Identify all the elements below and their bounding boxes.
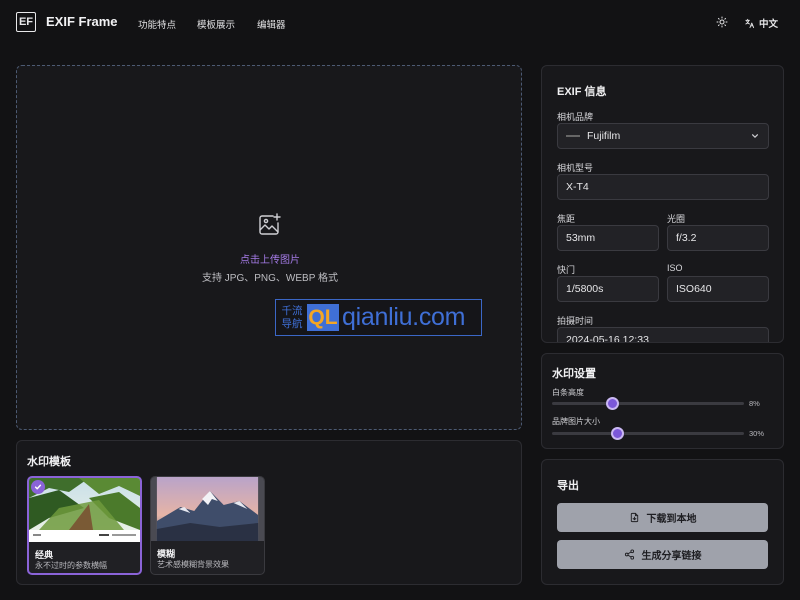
watermark-settings-title: 水印设置: [552, 368, 596, 380]
template-card-blur[interactable]: 模糊 艺术感模糊背景效果: [150, 476, 265, 575]
camera-brand-value: Fujifilm: [587, 130, 621, 142]
chevron-down-icon: [752, 134, 758, 138]
camera-model-input[interactable]: X-T4: [557, 174, 769, 200]
watermark-templates-panel: 水印模板 经典 永不过时的参数横幅 模糊 艺术感模糊背景效果: [16, 440, 522, 585]
selected-check-icon: [31, 480, 45, 494]
camera-brand-label: 相机品牌: [557, 112, 594, 122]
nav-link-features[interactable]: 功能特点: [138, 17, 176, 31]
export-title: 导出: [557, 480, 579, 492]
slider-thumb[interactable]: [611, 427, 625, 440]
watermark-domain: qianliu.com: [342, 303, 466, 331]
iso-input[interactable]: ISO640: [667, 276, 769, 302]
brand-image-size-value: 30%: [749, 429, 765, 438]
download-button[interactable]: 下载到本地: [557, 503, 768, 532]
template-preview-classic: [29, 478, 140, 542]
templates-title: 水印模板: [27, 456, 71, 468]
exif-panel-title: EXIF 信息: [557, 86, 607, 98]
template-card-classic[interactable]: 经典 永不过时的参数横幅: [27, 476, 142, 575]
brand-logo-icon: [566, 135, 580, 137]
white-bar-height-label: 白条高度: [552, 388, 584, 397]
top-nav-bar: EF EXIF Frame 功能特点 模板展示 编辑器 中文: [0, 0, 800, 46]
share-link-button[interactable]: 生成分享链接: [557, 540, 768, 569]
capture-time-label: 拍摄时间: [557, 316, 594, 326]
white-bar-height-value: 8%: [749, 399, 760, 408]
camera-model-label: 相机型号: [557, 163, 594, 173]
app-title[interactable]: EXIF Frame: [46, 14, 118, 29]
watermark-badge: QL: [307, 304, 339, 331]
aperture-label: 光圈: [667, 214, 686, 224]
brand-image-size-label: 品牌图片大小: [552, 417, 600, 426]
site-watermark-logo: 千流 导航 QL qianliu.com: [275, 299, 482, 336]
translate-icon: [745, 18, 755, 28]
export-panel: 导出 下载到本地 生成分享链接: [541, 459, 784, 585]
watermark-settings-panel: 水印设置 白条高度 8% 品牌图片大小 30%: [541, 353, 784, 449]
download-label: 下载到本地: [646, 514, 697, 525]
camera-brand-select[interactable]: Fujifilm: [557, 123, 769, 149]
iso-label: ISO: [667, 263, 683, 273]
download-file-icon: [630, 512, 638, 523]
capture-time-input[interactable]: 2024-05-16 12:33: [557, 327, 769, 342]
exif-info-panel: EXIF 信息 相机品牌 Fujifilm 相机型号 X-T4 焦距 53mm …: [541, 65, 784, 343]
language-switch[interactable]: 中文: [744, 16, 778, 30]
brand-image-size-slider[interactable]: [552, 427, 744, 440]
focal-length-input[interactable]: 53mm: [557, 225, 659, 251]
nav-link-templates[interactable]: 模板展示: [197, 17, 235, 31]
upload-prompt[interactable]: 点击上传图片: [17, 251, 523, 266]
white-bar-height-slider[interactable]: [552, 397, 744, 410]
app-logo[interactable]: EF: [16, 12, 36, 32]
focal-length-label: 焦距: [557, 214, 576, 224]
upload-format-hint: 支持 JPG、PNG、WEBP 格式: [202, 273, 338, 284]
watermark-cn-text: 千流 导航: [281, 304, 303, 330]
share-icon: [624, 549, 634, 560]
language-label: 中文: [759, 19, 779, 30]
share-link-label: 生成分享链接: [641, 551, 702, 562]
template-preview-blur: [151, 477, 264, 541]
theme-toggle-sun-icon[interactable]: [716, 16, 728, 28]
image-upload-dropzone[interactable]: 点击上传图片 支持 JPG、PNG、WEBP 格式: [16, 65, 522, 430]
aperture-input[interactable]: f/3.2: [667, 225, 769, 251]
template-description: 艺术感模糊背景效果: [157, 560, 229, 569]
image-add-icon: [259, 213, 281, 235]
nav-link-editor[interactable]: 编辑器: [257, 17, 286, 31]
shutter-label: 快门: [557, 265, 576, 275]
slider-thumb[interactable]: [605, 397, 619, 410]
template-description: 永不过时的参数横幅: [35, 561, 107, 570]
shutter-input[interactable]: 1/5800s: [557, 276, 659, 302]
